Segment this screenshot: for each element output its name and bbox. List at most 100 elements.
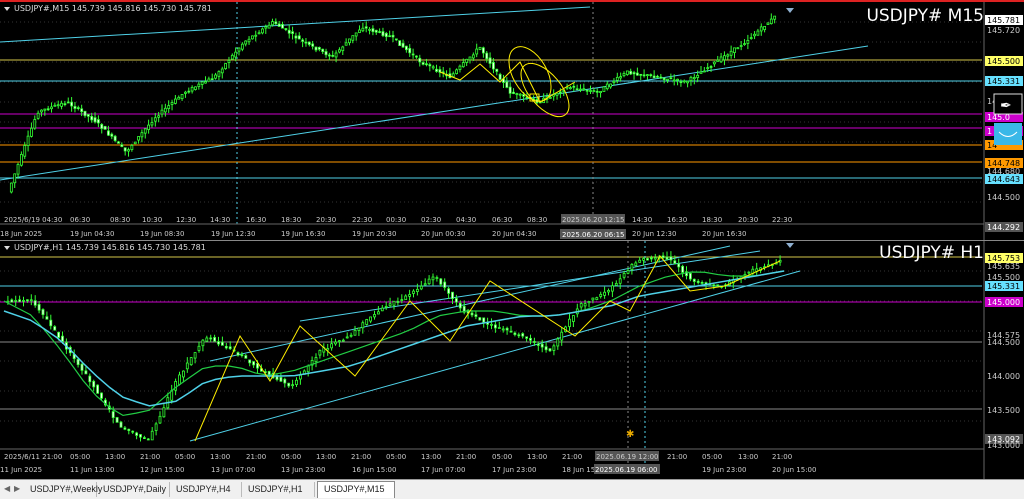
candle-body: [201, 339, 205, 347]
candle-body: [396, 301, 400, 303]
tab-h1[interactable]: USDJPY#,H1: [242, 482, 315, 497]
candle-body: [435, 277, 439, 279]
candle-body: [127, 428, 131, 432]
time-label-upper: 21:00: [772, 453, 792, 461]
candle-body: [261, 28, 264, 34]
candle-body: [135, 432, 139, 436]
candle-body: [404, 45, 408, 51]
m15-chart-pane[interactable]: 145.781 145.720 145.500 145.331 14 145.0 1 14 14…: [0, 0, 1024, 240]
candle-body: [130, 144, 134, 150]
candle-body: [665, 256, 669, 260]
candle-body: [277, 23, 281, 27]
h1-chart-pane[interactable]: ✱ 145.753 145.635 145.500 145.331 145.000 144.…: [0, 240, 1024, 479]
candle-body: [492, 62, 495, 70]
time-label: 2025.06.19 06:00: [595, 466, 657, 474]
candle-body: [756, 30, 760, 36]
candle-body: [391, 34, 395, 38]
candle-body: [676, 78, 679, 81]
m15-symbol-label: USDJPY# M15: [866, 6, 984, 26]
candle-body: [726, 54, 730, 57]
candle-body: [146, 438, 150, 441]
tab-weekly[interactable]: USDJPY#,Weekly: [24, 482, 102, 497]
time-label-upper: 08:30: [110, 216, 130, 224]
candle-body: [743, 43, 746, 45]
candle-body: [369, 316, 373, 322]
candle-body: [388, 303, 392, 307]
m15-chart-canvas[interactable]: 145.781145.720145.500145.33114145.011414…: [0, 2, 1024, 240]
collapse-triangle-icon[interactable]: [4, 245, 10, 250]
candle-body: [327, 54, 331, 57]
time-label-upper: 04:30: [456, 216, 476, 224]
time-label-upper: 10:30: [142, 216, 162, 224]
candle-body: [154, 423, 158, 431]
candle-body: [353, 329, 357, 336]
time-label-upper: 13:00: [316, 453, 336, 461]
candle-body: [642, 258, 645, 261]
time-label: 13 Jun 07:00: [211, 466, 255, 474]
candle-body: [702, 70, 706, 73]
candle-body: [234, 51, 238, 58]
candle-body: [536, 343, 540, 346]
candle-body: [746, 40, 750, 44]
candle-body: [110, 133, 114, 137]
candle-body: [498, 73, 502, 80]
candle-body: [61, 335, 64, 342]
candle-body: [421, 62, 425, 65]
candle-body: [408, 294, 412, 297]
time-label: 20 Jun 15:00: [772, 466, 816, 474]
candle-body: [766, 22, 770, 25]
candle-body: [380, 307, 384, 312]
candle-body: [423, 283, 427, 286]
candle-body: [63, 103, 67, 106]
collapse-triangle-icon[interactable]: [4, 6, 10, 11]
candle-body: [357, 327, 361, 331]
candle-body: [712, 284, 716, 287]
time-label-upper: 21:00: [562, 453, 582, 461]
candle-body: [295, 379, 298, 385]
time-label: 18 Jun 2025: [0, 230, 42, 238]
tab-m15[interactable]: USDJPY#,M15: [317, 481, 395, 498]
candle-body: [365, 319, 369, 325]
tab-h4[interactable]: USDJPY#,H4: [170, 482, 242, 497]
candle-body: [747, 271, 751, 274]
candle-body: [287, 29, 291, 34]
candle-body: [521, 333, 525, 337]
time-label-upper: 08:30: [527, 216, 547, 224]
candle-body: [669, 256, 673, 261]
candle-body: [46, 108, 50, 111]
time-label-upper: 21:00: [667, 453, 687, 461]
candle-body: [139, 434, 142, 438]
candle-body: [488, 57, 492, 64]
candle-body: [287, 382, 291, 387]
candle-body: [384, 305, 388, 308]
candle-body: [515, 93, 519, 95]
current-price-marker-icon: [786, 8, 794, 13]
tab-scroll-right-icon[interactable]: ▶: [14, 484, 20, 493]
time-label-upper: 05:00: [386, 453, 406, 461]
candle-body: [111, 411, 115, 419]
candle-body: [716, 284, 720, 287]
candle-body: [579, 88, 582, 91]
time-label-upper: 12:30: [176, 216, 196, 224]
candle-body: [70, 101, 74, 107]
tab-scroll-left-icon[interactable]: ◀: [4, 484, 10, 493]
price-label: 145.500: [987, 57, 1020, 66]
time-label: 19 Jun 04:30: [70, 230, 114, 238]
candle-body: [220, 341, 224, 346]
candle-body: [548, 348, 552, 352]
candle-body: [599, 293, 603, 297]
candle-body: [669, 77, 673, 80]
candle-body: [180, 94, 184, 100]
tab-daily[interactable]: USDJPY#,Daily: [97, 482, 170, 497]
candle-body: [88, 375, 92, 383]
h1-chart-canvas[interactable]: ✱145.753145.635145.500145.331145.000144.…: [0, 241, 1024, 479]
chart-tab-bar: ◀ ▶ USDJPY#,Weekly USDJPY#,Daily USDJPY#…: [0, 479, 1024, 499]
candle-body: [224, 63, 228, 69]
time-label-upper: 2025.06.20 12:15: [562, 216, 624, 224]
candle-body: [30, 127, 33, 137]
candle-body: [291, 31, 294, 34]
zigzag-indicator: [194, 255, 781, 442]
candle-body: [646, 74, 649, 76]
time-label-upper: 14:30: [632, 216, 652, 224]
candle-body: [96, 119, 100, 124]
